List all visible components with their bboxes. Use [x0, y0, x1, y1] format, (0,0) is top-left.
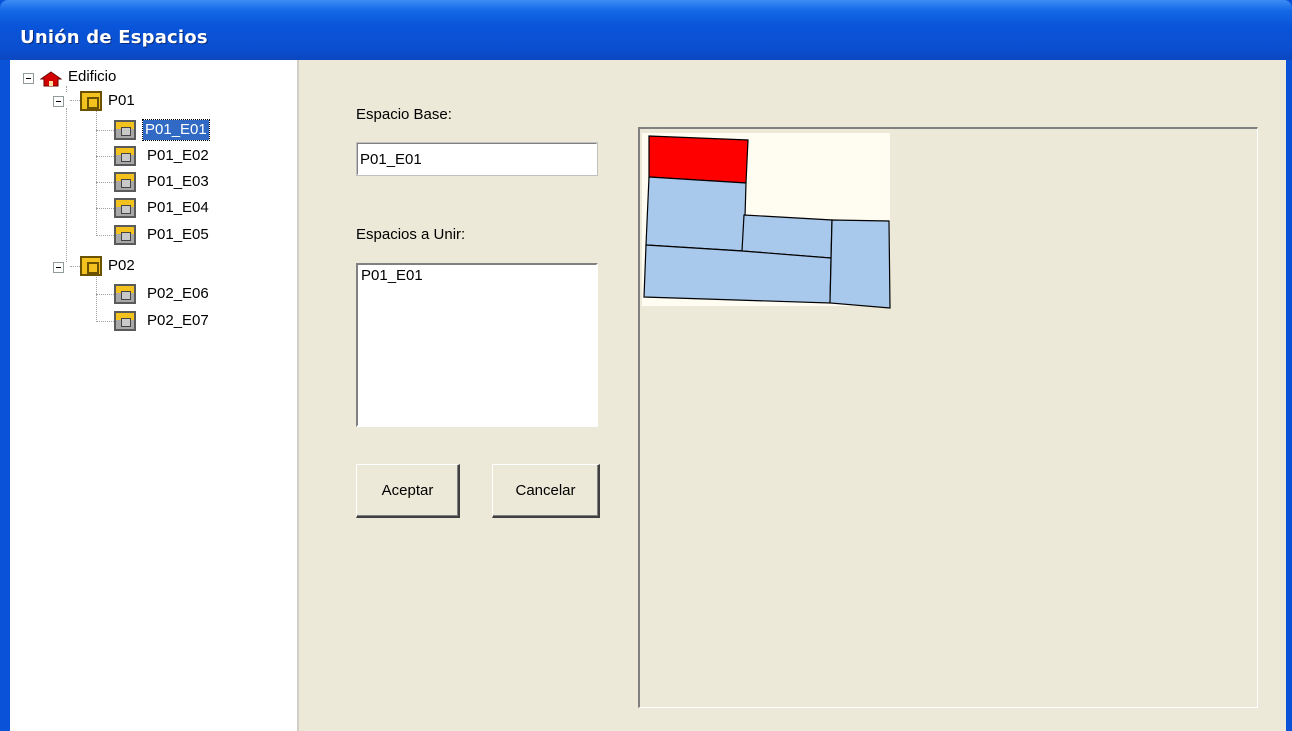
base-space-field[interactable] — [356, 142, 598, 176]
tree-collapse-root[interactable] — [23, 73, 34, 84]
space-icon — [114, 172, 136, 192]
floor-plan-drawing — [642, 133, 891, 309]
join-spaces-label: Espacios a Unir: — [356, 226, 466, 243]
floor-icon — [80, 91, 102, 111]
space-icon — [114, 198, 136, 218]
tree-item-space-p01-e05[interactable]: P01_E05 — [145, 225, 211, 245]
cancel-button[interactable]: Cancelar — [492, 464, 600, 518]
space-icon — [114, 225, 136, 245]
tree-item-space-p01-e03[interactable]: P01_E03 — [145, 172, 211, 192]
space-icon — [114, 311, 136, 331]
tree-item-floor-p02[interactable]: P02 — [106, 256, 137, 276]
space-tree[interactable]: Edificio P01 P01_E01 P01_E02 P01_E03 P01… — [10, 60, 299, 731]
dialog-client-area: Edificio P01 P01_E01 P01_E02 P01_E03 P01… — [10, 60, 1286, 731]
space-icon — [114, 146, 136, 166]
accept-button[interactable]: Aceptar — [356, 464, 460, 518]
base-space-label: Espacio Base: — [356, 106, 452, 123]
tree-collapse-p01[interactable] — [53, 96, 64, 107]
tree-item-building[interactable]: Edificio — [66, 67, 118, 87]
list-item[interactable]: P01_E01 — [361, 267, 593, 284]
window-title: Unión de Espacios — [20, 27, 208, 48]
floor-icon — [80, 256, 102, 276]
space-p01-e05[interactable] — [829, 219, 891, 309]
join-spaces-list[interactable]: P01_E01 — [356, 263, 598, 427]
title-bar[interactable]: Unión de Espacios — [0, 0, 1292, 60]
building-icon — [40, 71, 62, 87]
tree-item-space-p01-e02[interactable]: P01_E02 — [145, 146, 211, 166]
tree-item-space-p01-e01[interactable]: P01_E01 — [142, 119, 210, 141]
space-icon — [114, 284, 136, 304]
tree-item-space-p02-e06[interactable]: P02_E06 — [145, 284, 211, 304]
floor-plan-canvas[interactable] — [638, 127, 1258, 708]
space-p01-e01[interactable] — [648, 135, 749, 184]
tree-item-space-p01-e04[interactable]: P01_E04 — [145, 198, 211, 218]
space-icon — [114, 120, 136, 140]
space-p01-e02[interactable] — [645, 176, 747, 252]
tree-item-floor-p01[interactable]: P01 — [106, 91, 137, 111]
dialog-window: Unión de Espacios Edificio P01 P01_E01 P… — [0, 0, 1292, 731]
tree-item-space-p02-e07[interactable]: P02_E07 — [145, 311, 211, 331]
tree-collapse-p02[interactable] — [53, 262, 64, 273]
